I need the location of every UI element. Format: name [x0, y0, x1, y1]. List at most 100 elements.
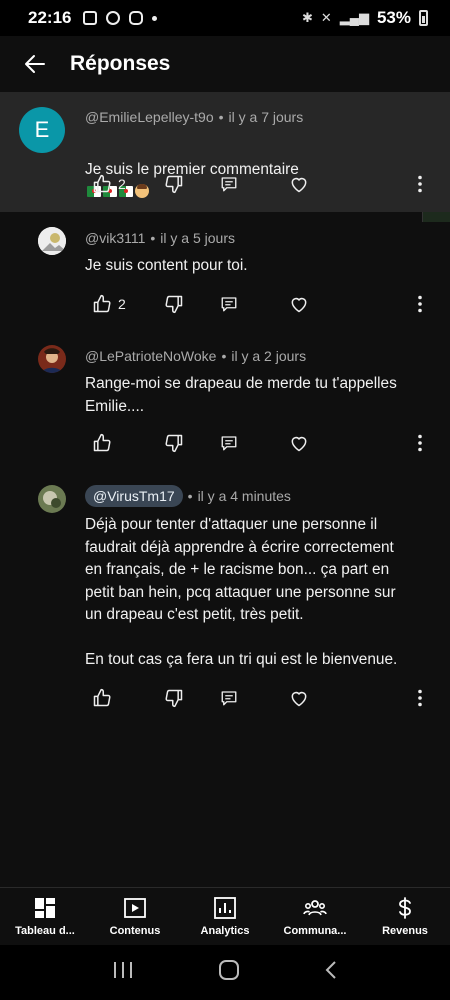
- more-options-button[interactable]: [408, 431, 432, 455]
- avatar-letter: E: [19, 107, 65, 153]
- bottom-navigation: Tableau d... Contenus Analytics Communa.…: [0, 887, 450, 945]
- analytics-icon: [213, 896, 237, 920]
- app-icon: [106, 11, 121, 25]
- heart-button[interactable]: [289, 292, 309, 316]
- dislike-button[interactable]: [164, 172, 184, 196]
- more-vertical-icon: [418, 689, 422, 707]
- system-navigation-bar: [0, 945, 450, 1000]
- thumbs-up-icon: [93, 688, 111, 707]
- reply-button[interactable]: [220, 172, 238, 196]
- reply-button[interactable]: [220, 431, 238, 455]
- comment-item: E @EmilieLepelley-t9o • il y a 7 jours J…: [0, 92, 450, 212]
- dislike-button[interactable]: [164, 431, 184, 455]
- heart-button[interactable]: [289, 172, 309, 196]
- like-button[interactable]: 2: [92, 292, 126, 316]
- recent-apps-button[interactable]: [112, 961, 134, 984]
- avatar[interactable]: [38, 227, 66, 255]
- signal-icon: ▂▄▆: [339, 10, 369, 25]
- dollar-icon: [393, 896, 417, 920]
- reply-icon: [221, 691, 237, 706]
- avatar[interactable]: [38, 345, 66, 373]
- thumbs-down-icon: [165, 434, 183, 453]
- comment-item: @VirusTm17 • il y a 4 minutes Déjà pour …: [0, 470, 450, 730]
- thumbs-down-icon: [165, 295, 183, 314]
- more-options-button[interactable]: [408, 292, 432, 316]
- avatar[interactable]: [38, 485, 66, 513]
- nav-item-dashboard[interactable]: Tableau d...: [0, 888, 90, 945]
- dislike-button[interactable]: [164, 686, 184, 710]
- more-options-button[interactable]: [408, 172, 432, 196]
- app-header: Réponses: [0, 36, 450, 222]
- comment-author[interactable]: @VirusTm17: [85, 485, 183, 507]
- avatar[interactable]: E: [19, 107, 65, 153]
- like-button[interactable]: [92, 431, 112, 455]
- like-button[interactable]: 2: [92, 172, 126, 196]
- reply-icon: [221, 436, 237, 451]
- nav-label: Tableau d...: [15, 925, 75, 937]
- notification-icons: [83, 11, 158, 25]
- comment-meta: @EmilieLepelley-t9o • il y a 7 jours: [85, 109, 303, 125]
- like-count: 2: [118, 176, 126, 192]
- reply-icon: [221, 177, 237, 192]
- reply-icon: [221, 297, 237, 312]
- reply-button[interactable]: [220, 686, 238, 710]
- nav-item-content[interactable]: Contenus: [90, 888, 180, 945]
- nav-label: Contenus: [109, 925, 161, 937]
- comment-time: il y a 2 jours: [231, 348, 307, 364]
- comment-author[interactable]: @LePatrioteNoWoke: [85, 348, 216, 364]
- heart-icon: [291, 436, 307, 452]
- comment-time: il y a 4 minutes: [197, 488, 291, 504]
- more-options-button[interactable]: [408, 686, 432, 710]
- thumbs-up-icon: [93, 294, 111, 313]
- thumbs-down-icon: [165, 175, 183, 194]
- play-icon: [123, 896, 147, 920]
- meta-separator: •: [221, 348, 227, 364]
- thumbs-up-icon: [93, 174, 111, 193]
- recent-apps-icon: [114, 962, 132, 978]
- comment-time: il y a 5 jours: [160, 230, 235, 246]
- system-back-button[interactable]: [324, 960, 338, 985]
- nav-item-revenue[interactable]: Revenus: [360, 888, 450, 945]
- thumbs-down-icon: [165, 689, 183, 708]
- heart-icon: [291, 177, 307, 193]
- comment-text: Range-moi se drapeau de merde tu t'appel…: [85, 375, 397, 415]
- comment-meta: @VirusTm17 • il y a 4 minutes: [85, 485, 291, 507]
- nav-label: Analytics: [200, 925, 250, 937]
- reply-button[interactable]: [220, 292, 238, 316]
- heart-button[interactable]: [289, 686, 309, 710]
- more-vertical-icon: [418, 295, 422, 313]
- thumbs-up-icon: [93, 433, 111, 452]
- comment-item: @LePatrioteNoWoke • il y a 2 jours Range…: [0, 330, 450, 470]
- bluetooth-icon: ✱: [301, 10, 313, 25]
- like-button[interactable]: [92, 686, 112, 710]
- avatar-image: [38, 227, 66, 255]
- heart-icon: [291, 691, 307, 707]
- meta-separator: •: [150, 230, 156, 246]
- more-notifications-dot: [152, 15, 158, 21]
- nav-item-community[interactable]: Communa...: [270, 888, 360, 945]
- mute-icon: ✕: [320, 10, 332, 25]
- comment-author[interactable]: @vik3111: [85, 230, 145, 246]
- back-arrow-icon: [25, 55, 45, 73]
- heart-button[interactable]: [289, 431, 309, 455]
- nav-item-analytics[interactable]: Analytics: [180, 888, 270, 945]
- comment-actions: [92, 686, 432, 710]
- dislike-button[interactable]: [164, 292, 184, 316]
- battery-icon: [419, 10, 428, 26]
- status-bar: 22:16 ✱ ✕ ▂▄▆ 53%: [0, 0, 450, 36]
- like-count: 2: [118, 296, 126, 312]
- status-time: 22:16: [28, 8, 72, 27]
- back-button[interactable]: [0, 36, 70, 92]
- home-button[interactable]: [218, 959, 240, 986]
- more-vertical-icon: [418, 434, 422, 452]
- comment-actions: [92, 431, 432, 455]
- comment-actions: 2: [92, 172, 432, 196]
- comment-actions: 2: [92, 292, 432, 316]
- nav-label: Revenus: [382, 925, 428, 937]
- heart-icon: [291, 297, 307, 313]
- meta-separator: •: [187, 488, 193, 504]
- avatar-image: [38, 485, 66, 513]
- comment-author[interactable]: @EmilieLepelley-t9o: [85, 109, 214, 125]
- home-icon: [219, 960, 239, 980]
- comment-meta: @vik3111 • il y a 5 jours: [85, 230, 235, 246]
